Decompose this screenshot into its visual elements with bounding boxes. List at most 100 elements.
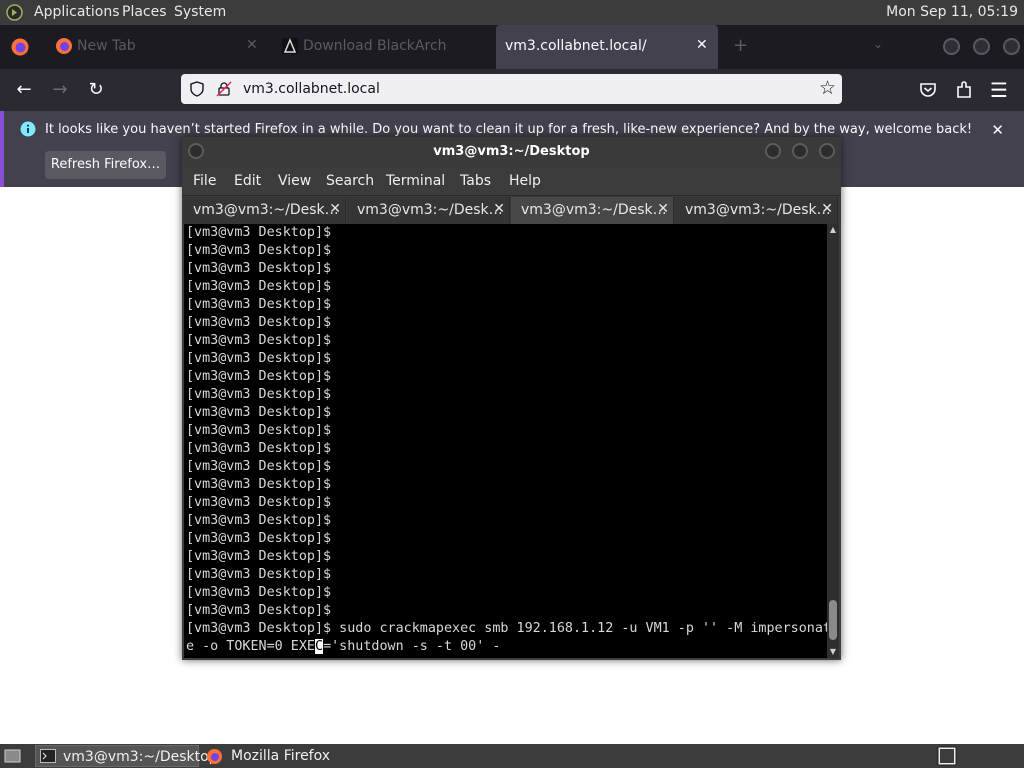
list-all-tabs-icon[interactable]: ⌄ bbox=[873, 37, 883, 51]
menu-system[interactable]: System bbox=[174, 0, 226, 25]
firefox-favicon-icon bbox=[56, 38, 72, 54]
shield-icon[interactable] bbox=[189, 81, 205, 97]
tab-label: vm3.collabnet.local/ bbox=[505, 38, 647, 54]
command-text: e -o TOKEN=0 EXE bbox=[186, 639, 315, 654]
menu-search[interactable]: Search bbox=[326, 167, 374, 195]
scroll-down-arrow-icon[interactable]: ▼ bbox=[827, 646, 839, 658]
taskbar-item-firefox[interactable]: Mozilla Firefox bbox=[203, 745, 373, 767]
reload-icon[interactable]: ↻ bbox=[85, 79, 107, 101]
terminal-tab-label: vm3@vm3:~/Desk… bbox=[685, 202, 831, 218]
menu-tabs[interactable]: Tabs bbox=[460, 167, 491, 195]
tab-label: Download BlackArch bbox=[303, 38, 447, 54]
prompt-line: [vm3@vm3 Desktop]$ bbox=[186, 315, 332, 330]
terminal-tab-active[interactable]: vm3@vm3:~/Desk… ✕ bbox=[511, 197, 674, 224]
workspace-switcher-icon[interactable] bbox=[937, 746, 957, 766]
maximize-button[interactable] bbox=[973, 38, 990, 55]
prompt-line: [vm3@vm3 Desktop]$ bbox=[186, 279, 332, 294]
close-window-button[interactable] bbox=[1003, 38, 1020, 55]
info-icon bbox=[20, 121, 36, 137]
prompt-line: [vm3@vm3 Desktop]$ bbox=[186, 531, 332, 546]
prompt-line: [vm3@vm3 Desktop]$ bbox=[186, 459, 332, 474]
menu-places[interactable]: Places bbox=[122, 0, 167, 25]
prompt-line: [vm3@vm3 Desktop]$ bbox=[186, 369, 332, 384]
minimize-button[interactable] bbox=[943, 38, 960, 55]
hamburger-menu-icon[interactable]: ☰ bbox=[988, 79, 1010, 101]
close-icon[interactable]: ✕ bbox=[696, 37, 708, 53]
terminal-output[interactable]: [vm3@vm3 Desktop]$ [vm3@vm3 Desktop]$ [vm3… bbox=[184, 224, 827, 658]
terminal-tab-label: vm3@vm3:~/Desk… bbox=[521, 202, 667, 218]
insecure-lock-icon[interactable] bbox=[216, 81, 232, 97]
terminal-tab[interactable]: vm3@vm3:~/Desk… ✕ bbox=[347, 197, 510, 224]
taskbar-item-terminal[interactable]: vm3@vm3:~/Desktop bbox=[35, 745, 218, 767]
scroll-up-arrow-icon[interactable]: ▲ bbox=[827, 224, 839, 236]
menu-edit[interactable]: Edit bbox=[234, 167, 261, 195]
scrollbar-thumb[interactable] bbox=[829, 600, 837, 640]
url-text[interactable]: vm3.collabnet.local bbox=[243, 81, 380, 97]
terminal-icon bbox=[40, 749, 56, 763]
menu-applications[interactable]: Applications bbox=[34, 0, 120, 25]
firefox-tab-bar: New Tab ✕ Download BlackArch vm3.collabn… bbox=[0, 25, 1024, 69]
tab-download-blackarch[interactable]: Download BlackArch bbox=[270, 25, 492, 69]
close-icon[interactable]: ✕ bbox=[246, 37, 258, 53]
refresh-firefox-button[interactable]: Refresh Firefox… bbox=[45, 151, 166, 179]
bookmark-star-icon[interactable]: ☆ bbox=[819, 77, 836, 99]
prompt-line: [vm3@vm3 Desktop]$ bbox=[186, 495, 332, 510]
menu-terminal[interactable]: Terminal bbox=[386, 167, 445, 195]
prompt-line: [vm3@vm3 Desktop]$ bbox=[186, 441, 332, 456]
notification-message: It looks like you haven’t started Firefo… bbox=[45, 122, 973, 137]
terminal-titlebar[interactable]: vm3@vm3:~/Desktop bbox=[182, 137, 841, 167]
minimize-button[interactable] bbox=[765, 143, 781, 159]
arch-logo-icon[interactable] bbox=[6, 4, 23, 21]
show-desktop-icon[interactable] bbox=[4, 748, 21, 764]
close-icon[interactable]: ✕ bbox=[493, 201, 505, 217]
firefox-icon bbox=[207, 749, 222, 764]
terminal-tab[interactable]: vm3@vm3:~/Desk… ✕ bbox=[675, 197, 838, 224]
text-cursor: C bbox=[315, 639, 324, 654]
command-text: ='shutdown -s -t 00' - bbox=[323, 639, 501, 654]
tab-label: New Tab bbox=[77, 38, 136, 54]
prompt-line: [vm3@vm3 Desktop]$ bbox=[186, 423, 332, 438]
prompt-line: [vm3@vm3 Desktop]$ bbox=[186, 261, 332, 276]
terminal-scrollbar[interactable]: ▲ ▼ bbox=[827, 224, 839, 658]
blackarch-favicon-icon bbox=[282, 38, 298, 54]
forward-arrow-icon[interactable]: → bbox=[49, 79, 71, 101]
tab-vm3-collabnet[interactable]: vm3.collabnet.local/ ✕ bbox=[496, 25, 718, 69]
prompt-line: [vm3@vm3 Desktop]$ bbox=[186, 333, 332, 348]
prompt-line: [vm3@vm3 Desktop]$ bbox=[186, 243, 332, 258]
prompt-line: [vm3@vm3 Desktop]$ bbox=[186, 603, 332, 618]
window-title: vm3@vm3:~/Desktop bbox=[433, 144, 590, 159]
terminal-tab-label: vm3@vm3:~/Desk… bbox=[193, 202, 339, 218]
prompt-lines: [vm3@vm3 Desktop]$ [vm3@vm3 Desktop]$ [vm3… bbox=[184, 224, 827, 620]
pocket-icon[interactable] bbox=[917, 79, 939, 101]
back-arrow-icon[interactable]: ← bbox=[13, 79, 35, 101]
prompt-line: [vm3@vm3 Desktop]$ bbox=[186, 225, 332, 240]
close-icon[interactable]: ✕ bbox=[657, 201, 669, 217]
extensions-icon[interactable] bbox=[953, 79, 975, 101]
terminal-window: vm3@vm3:~/Desktop File Edit View Search … bbox=[182, 137, 841, 660]
close-window-button[interactable] bbox=[819, 143, 835, 159]
firefox-view-icon[interactable] bbox=[10, 37, 30, 57]
url-bar[interactable]: vm3.collabnet.local ☆ bbox=[181, 74, 842, 104]
tab-new-tab[interactable]: New Tab ✕ bbox=[44, 25, 266, 69]
new-tab-plus-icon[interactable]: + bbox=[733, 35, 748, 56]
clock[interactable]: Mon Sep 11, 05:19 bbox=[886, 0, 1018, 25]
window-menu-button[interactable] bbox=[188, 143, 204, 159]
command-line-continued: e -o TOKEN=0 EXEC='shutdown -s -t 00' - bbox=[184, 638, 827, 656]
command-line: [vm3@vm3 Desktop]$ sudo crackmapexec smb… bbox=[186, 621, 827, 636]
prompt-line: [vm3@vm3 Desktop]$ bbox=[186, 585, 332, 600]
taskbar-item-label: vm3@vm3:~/Desktop bbox=[63, 749, 218, 765]
menu-view[interactable]: View bbox=[278, 167, 311, 195]
close-icon[interactable]: ✕ bbox=[991, 121, 1004, 139]
terminal-tab-bar: vm3@vm3:~/Desk… ✕ vm3@vm3:~/Desk… ✕ vm3@… bbox=[182, 195, 841, 224]
maximize-button[interactable] bbox=[792, 143, 808, 159]
prompt-line: [vm3@vm3 Desktop]$ bbox=[186, 477, 332, 492]
prompt-line: [vm3@vm3 Desktop]$ bbox=[186, 297, 332, 312]
menu-file[interactable]: File bbox=[193, 167, 216, 195]
terminal-tab[interactable]: vm3@vm3:~/Desk… ✕ bbox=[183, 197, 346, 224]
bottom-panel: vm3@vm3:~/Desktop Mozilla Firefox bbox=[0, 744, 1024, 768]
prompt-line: [vm3@vm3 Desktop]$ bbox=[186, 351, 332, 366]
menu-help[interactable]: Help bbox=[509, 167, 541, 195]
prompt-line: [vm3@vm3 Desktop]$ bbox=[186, 567, 332, 582]
close-icon[interactable]: ✕ bbox=[329, 201, 341, 217]
close-icon[interactable]: ✕ bbox=[821, 201, 833, 217]
